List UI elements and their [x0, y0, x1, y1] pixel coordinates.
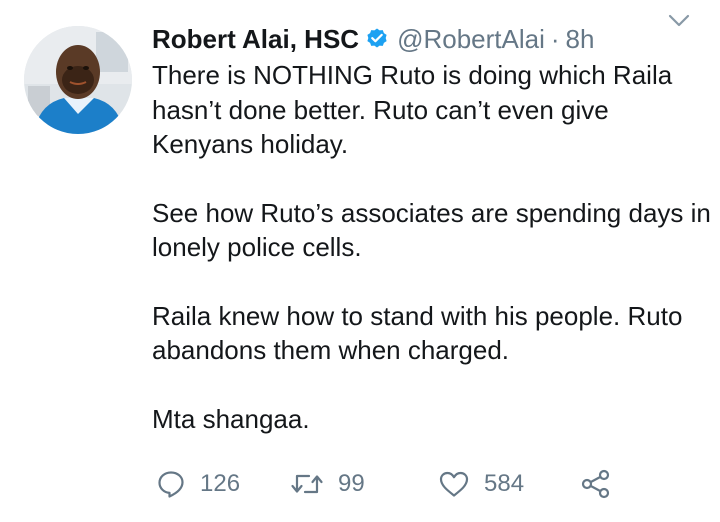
verified-badge-icon [365, 27, 389, 51]
retweet-icon [290, 469, 324, 499]
reply-count: 126 [200, 470, 241, 497]
like-icon [438, 469, 470, 499]
separator-dot: · [550, 23, 560, 54]
tweet-paragraph: Raila knew how to stand with his people.… [152, 300, 683, 366]
like-button[interactable]: 584 [438, 462, 524, 506]
tweet-paragraph: Mta shangaa. [152, 403, 310, 434]
tweet-text: There is NOTHING Ruto is doing which Rai… [152, 58, 712, 436]
tweet-time[interactable]: 8h [566, 24, 595, 55]
reply-button[interactable]: 126 [156, 462, 240, 506]
retweet-count: 99 [338, 470, 365, 497]
retweet-button[interactable]: 99 [290, 462, 365, 506]
tweet-paragraph: There is NOTHING Ruto is doing which Rai… [152, 60, 673, 159]
share-button[interactable] [580, 462, 612, 506]
author-handle[interactable]: @RobertAlai [397, 24, 545, 55]
like-count: 584 [484, 470, 525, 497]
tweet-header: Robert Alai, HSC @RobertAlai · 8h [152, 20, 700, 58]
avatar[interactable] [24, 26, 132, 134]
author-name[interactable]: Robert Alai, HSC [152, 24, 359, 55]
reply-icon [156, 469, 186, 499]
tweet-paragraph: See how Ruto’s associates are spending d… [152, 197, 711, 263]
tweet-actions: 126 99 584 [152, 462, 712, 506]
chevron-down-icon[interactable] [666, 8, 692, 34]
share-icon [580, 468, 612, 500]
tweet[interactable]: Robert Alai, HSC @RobertAlai · 8h There … [0, 0, 720, 522]
